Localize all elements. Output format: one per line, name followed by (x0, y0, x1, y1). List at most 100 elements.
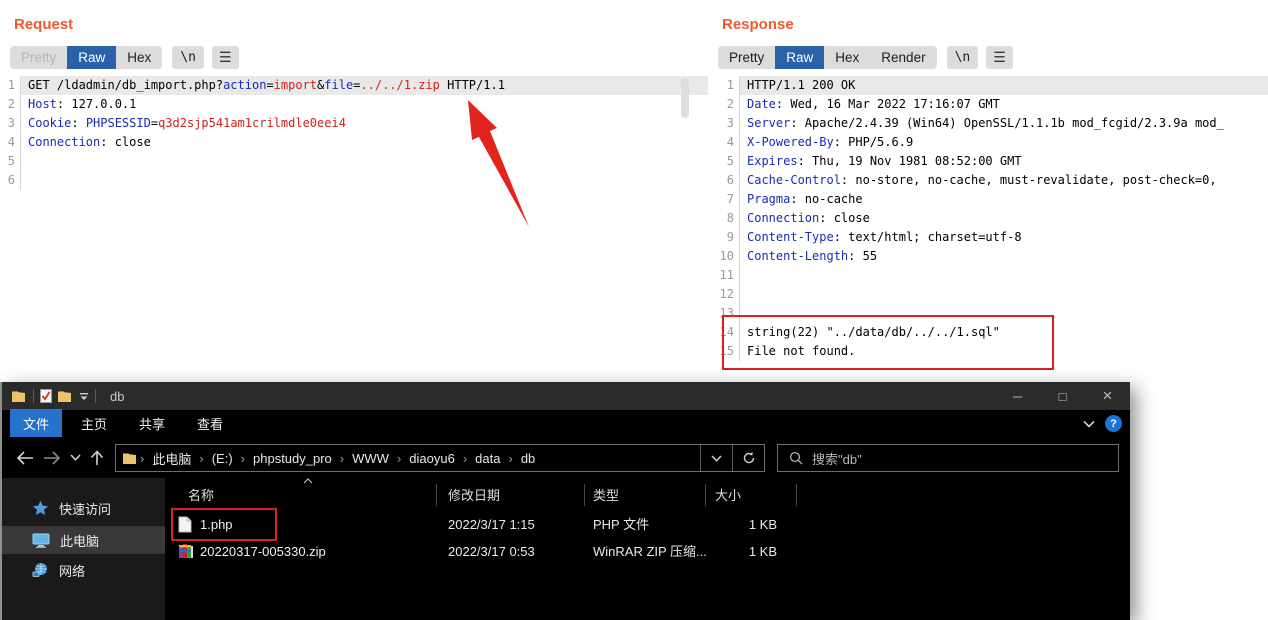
breadcrumb-separator: › (396, 450, 402, 466)
response-line[interactable]: 9 Content-Type: text/html; charset=utf-8 (710, 228, 1268, 247)
tab-hex[interactable]: Hex (116, 46, 162, 69)
explorer-titlebar[interactable]: db ─ □ × (2, 382, 1130, 410)
breadcrumb-separator: › (240, 450, 245, 466)
column-header-1[interactable]: 修改日期 (448, 482, 500, 509)
up-icon[interactable] (90, 449, 104, 466)
newline-toggle-button[interactable]: \n (172, 46, 204, 69)
column-separator[interactable] (705, 484, 706, 506)
column-header-3[interactable]: 大小 (715, 482, 741, 509)
toolbar-dropdown-icon[interactable] (79, 392, 89, 401)
folder-icon[interactable] (58, 390, 73, 403)
menu-tab-file[interactable]: 文件 (10, 409, 63, 438)
response-line[interactable]: 14 string(22) "../data/db/../../1.sql" (710, 323, 1268, 342)
response-line[interactable]: 8 Connection: close (710, 209, 1268, 228)
forward-icon[interactable] (43, 450, 61, 465)
response-line[interactable]: 11 (710, 266, 1268, 285)
minimize-button[interactable]: ─ (995, 382, 1040, 410)
response-line[interactable]: 7 Pragma: no-cache (710, 190, 1268, 209)
menu-tab-share[interactable]: 共享 (126, 409, 178, 438)
hamburger-menu-icon[interactable]: ☰ (986, 46, 1013, 69)
column-header-0[interactable]: 名称 (188, 482, 214, 509)
tab-hex[interactable]: Hex (824, 46, 870, 69)
response-line[interactable]: 6 Cache-Control: no-store, no-cache, must… (710, 171, 1268, 190)
checked-document-icon[interactable] (40, 389, 52, 403)
breadcrumb-item[interactable]: db (515, 451, 541, 466)
breadcrumb-item[interactable]: data (469, 451, 506, 466)
back-icon[interactable] (16, 450, 34, 465)
refresh-icon[interactable] (732, 445, 764, 471)
line-text: GET /ldadmin/db_import.php?action=import… (20, 76, 708, 95)
breadcrumb-item[interactable]: WWW (346, 451, 395, 466)
sidebar-item-network[interactable]: 网络 (2, 556, 165, 584)
column-header-2[interactable]: 类型 (593, 482, 619, 509)
computer-icon (32, 533, 50, 548)
newline-toggle-button[interactable]: \n (946, 46, 979, 69)
response-line[interactable]: 12 (710, 285, 1268, 304)
line-text: Cache-Control: no-store, no-cache, must-… (739, 171, 1268, 190)
line-text (739, 266, 1268, 285)
line-text: Connection: close (20, 133, 708, 152)
line-text (20, 152, 708, 171)
request-line[interactable]: 1 GET /ldadmin/db_import.php?action=impor… (0, 76, 708, 95)
line-number: 5 (7, 154, 15, 168)
response-line[interactable]: 13 (710, 304, 1268, 323)
line-text: Content-Length: 55 (739, 247, 1268, 266)
response-line[interactable]: 3 Server: Apache/2.4.39 (Win64) OpenSSL/1… (710, 114, 1268, 133)
history-dropdown-icon[interactable] (70, 454, 81, 461)
line-text: File not found. (739, 342, 1268, 361)
file-row[interactable]: 1.php 2022/3/17 1:15 PHP 文件 1 KB (165, 511, 1130, 538)
tab-render[interactable]: Render (870, 46, 936, 69)
response-line[interactable]: 4 X-Powered-By: PHP/5.6.9 (710, 133, 1268, 152)
address-dropdown-chevron-icon[interactable] (700, 445, 732, 471)
file-size: 1 KB (748, 517, 777, 532)
maximize-button[interactable]: □ (1040, 382, 1085, 410)
request-line[interactable]: 4 Connection: close (0, 133, 708, 152)
hamburger-menu-icon[interactable]: ☰ (211, 46, 239, 69)
line-text (739, 285, 1268, 304)
navigation-buttons (2, 437, 104, 478)
breadcrumb-item[interactable]: (E:) (206, 451, 239, 466)
help-icon[interactable]: ? (1105, 415, 1122, 432)
search-input[interactable]: 搜索"db" (777, 444, 1119, 472)
tab-raw[interactable]: Raw (775, 46, 825, 69)
tab-pretty[interactable]: Pretty (10, 46, 67, 69)
sidebar-item-computer[interactable]: 此电脑 (2, 526, 165, 554)
line-number: 10 (719, 249, 734, 263)
file-row[interactable]: 20220317-005330.zip 2022/3/17 0:53 WinRAR … (165, 538, 1130, 565)
request-editor[interactable]: 1 GET /ldadmin/db_import.php?action=impor… (0, 76, 708, 380)
response-line[interactable]: 5 Expires: Thu, 19 Nov 1981 08:52:00 GMT (710, 152, 1268, 171)
response-line[interactable]: 15 File not found. (710, 342, 1268, 361)
response-line[interactable]: 1 HTTP/1.1 200 OK (710, 76, 1268, 95)
column-separator[interactable] (796, 484, 797, 506)
menu-tab-home[interactable]: 主页 (68, 409, 120, 438)
line-text: Server: Apache/2.4.39 (Win64) OpenSSL/1.… (739, 114, 1268, 133)
file-date: 2022/3/17 1:15 (448, 517, 535, 532)
line-number: 4 (7, 135, 15, 149)
response-line[interactable]: 2 Date: Wed, 16 Mar 2022 17:16:07 GMT (710, 95, 1268, 114)
request-scrollbar-thumb[interactable] (681, 78, 689, 118)
line-number: 5 (726, 154, 734, 168)
breadcrumb-item[interactable]: phpstudy_pro (247, 451, 338, 466)
address-bar[interactable]: › 此电脑 › (E:) › phpstudy_pro › WWW › diaoyu6 › data ›… (115, 444, 765, 472)
toolbar-separator (95, 389, 96, 403)
sidebar-item-star[interactable]: 快速访问 (2, 494, 165, 522)
response-line[interactable]: 10 Content-Length: 55 (710, 247, 1268, 266)
sort-ascending-icon[interactable] (303, 478, 313, 484)
menu-tab-view[interactable]: 查看 (184, 409, 236, 438)
breadcrumb-item[interactable]: diaoyu6 (403, 451, 461, 466)
request-line[interactable]: 6 (0, 171, 708, 190)
tab-raw[interactable]: Raw (67, 46, 117, 69)
ribbon-collapse-chevron-down-icon[interactable] (1083, 420, 1095, 428)
response-editor[interactable]: 1 HTTP/1.1 200 OK 2 Date: Wed, 16 Mar 2022 … (710, 76, 1268, 380)
line-number: 15 (719, 344, 734, 358)
breadcrumb-item[interactable]: 此电脑 (146, 449, 197, 468)
close-button[interactable]: × (1085, 382, 1130, 410)
tab-pretty[interactable]: Pretty (718, 46, 775, 69)
request-line[interactable]: 3 Cookie: PHPSESSID=q3d2sjp541am1crilmdle… (0, 114, 708, 133)
sidebar-item-label: 快速访问 (59, 501, 112, 517)
line-number: 11 (719, 268, 734, 282)
request-line[interactable]: 5 (0, 152, 708, 171)
request-line[interactable]: 2 Host: 127.0.0.1 (0, 95, 708, 114)
column-separator[interactable] (584, 484, 585, 506)
column-separator[interactable] (436, 484, 437, 506)
